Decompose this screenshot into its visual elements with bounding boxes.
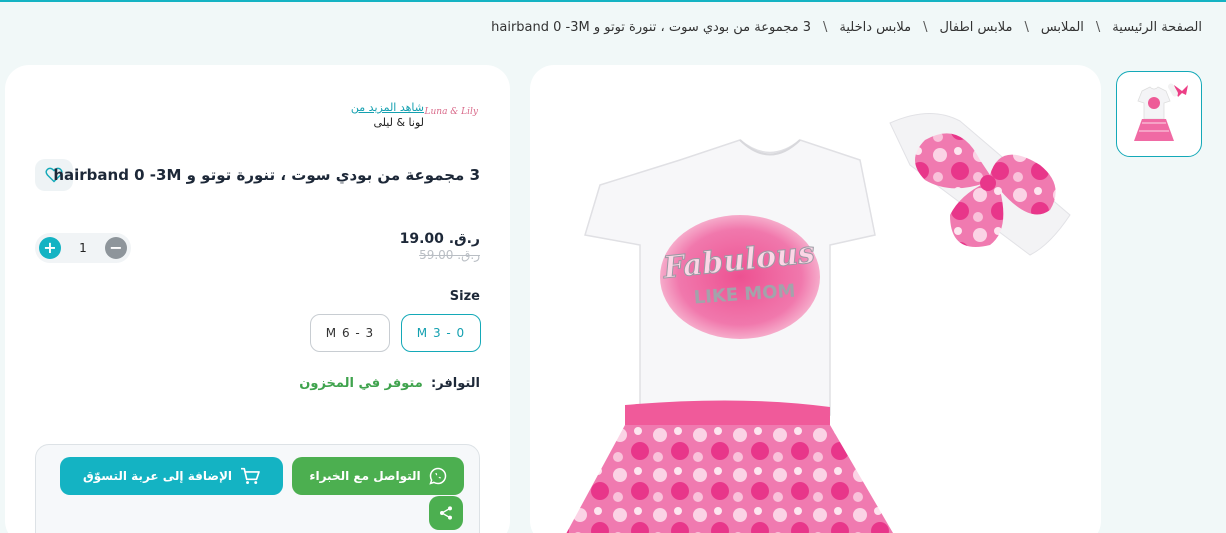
plus-icon[interactable]: + — [39, 237, 61, 259]
contact-expert-button[interactable]: التواصل مع الخبراء — [292, 457, 464, 495]
product-title: 3 مجموعة من بودي سوت ، تنورة توتو و hair… — [53, 166, 480, 184]
brand-logo[interactable]: Luna & Lily — [425, 107, 479, 117]
share-button[interactable] — [429, 496, 463, 530]
actions-panel: التواصل مع الخبراء الإضافة إلى عربة التس… — [35, 444, 480, 533]
breadcrumb-separator: \ — [823, 20, 828, 35]
product-info-card: شاهد المزيد من لونا & ليلى Luna & Lily 3… — [5, 65, 510, 533]
breadcrumb-clothes[interactable]: الملابس — [1041, 20, 1084, 35]
price-block: ر.ق. 19.00 ر.ق. 59.00 — [400, 231, 480, 262]
breadcrumb: الصفحة الرئيسية \ الملابس \ ملابس اطفال … — [491, 20, 1202, 35]
breadcrumb-home[interactable]: الصفحة الرئيسية — [1112, 20, 1202, 35]
breadcrumb-separator: \ — [923, 20, 928, 35]
cart-icon — [241, 467, 260, 485]
size-label: Size — [449, 289, 480, 304]
whatsapp-icon — [428, 467, 446, 485]
contact-expert-label: التواصل مع الخبراء — [309, 469, 421, 483]
see-more-from-brand-link[interactable]: شاهد المزيد من — [351, 101, 424, 114]
breadcrumb-current: 3 مجموعة من بودي سوت ، تنورة توتو و hair… — [491, 20, 811, 35]
availability-value: متوفر في المخزون — [299, 376, 423, 391]
availability-label: التوافر: — [430, 376, 480, 391]
product-image: Fabulous LIKE MOM — [530, 65, 1101, 533]
brand-name: لونا & ليلى — [373, 116, 425, 129]
add-to-cart-button[interactable]: الإضافة إلى عربة التسوّق — [60, 457, 283, 495]
breadcrumb-separator: \ — [1095, 20, 1101, 35]
breadcrumb-kids-clothes[interactable]: ملابس اطفال — [939, 20, 1012, 35]
size-option-3-6m[interactable]: M 6 - 3 — [310, 314, 390, 352]
breadcrumb-separator: \ — [1024, 20, 1029, 35]
product-thumbnail[interactable] — [1116, 71, 1202, 157]
quantity-value[interactable]: 1 — [79, 241, 87, 255]
current-price: ر.ق. 19.00 — [399, 231, 480, 247]
thumbnail-image — [1134, 83, 1188, 141]
breadcrumb-underwear[interactable]: ملابس داخلية — [839, 20, 911, 35]
add-to-cart-label: الإضافة إلى عربة التسوّق — [83, 469, 233, 483]
minus-icon[interactable]: − — [104, 237, 127, 259]
size-option-0-3m[interactable]: M 3 - 0 — [401, 314, 481, 352]
old-price: ر.ق. 59.00 — [419, 248, 480, 262]
availability: التوافر: متوفر في المخزون — [299, 376, 480, 391]
brand-block: شاهد المزيد من لونا & ليلى — [351, 101, 424, 129]
quantity-stepper: + 1 − — [35, 233, 131, 263]
product-photo: Fabulous LIKE MOM — [566, 112, 1071, 533]
share-icon — [440, 506, 452, 520]
